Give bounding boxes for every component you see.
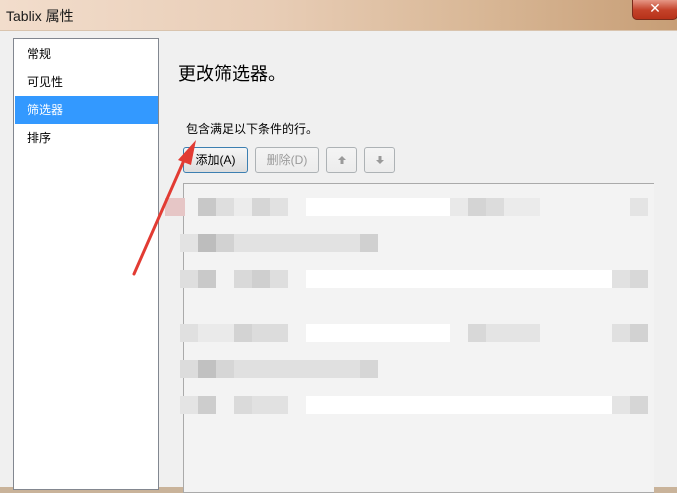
add-button[interactable]: 添加(A) [183, 147, 248, 173]
sidebar-item-general[interactable]: 常规 [15, 40, 158, 68]
arrow-up-icon [337, 156, 346, 164]
delete-button[interactable]: 删除(D) [255, 147, 319, 173]
window-titlebar[interactable]: Tablix 属性 [0, 0, 677, 30]
sidebar-item-filters[interactable]: 筛选器 [15, 96, 158, 124]
move-down-button[interactable] [364, 147, 395, 173]
filter-description: 包含满足以下条件的行。 [186, 122, 319, 136]
sidebar: 常规 可见性 筛选器 排序 [13, 38, 159, 490]
arrow-down-icon [375, 156, 384, 164]
move-up-button[interactable] [326, 147, 357, 173]
close-button[interactable]: ✕ [632, 0, 677, 20]
page-title: 更改筛选器。 [178, 64, 286, 84]
sidebar-item-sorting[interactable]: 排序 [15, 124, 158, 152]
window-title: Tablix 属性 [6, 8, 74, 24]
close-icon: ✕ [649, 0, 661, 16]
sidebar-item-visibility[interactable]: 可见性 [15, 68, 158, 96]
